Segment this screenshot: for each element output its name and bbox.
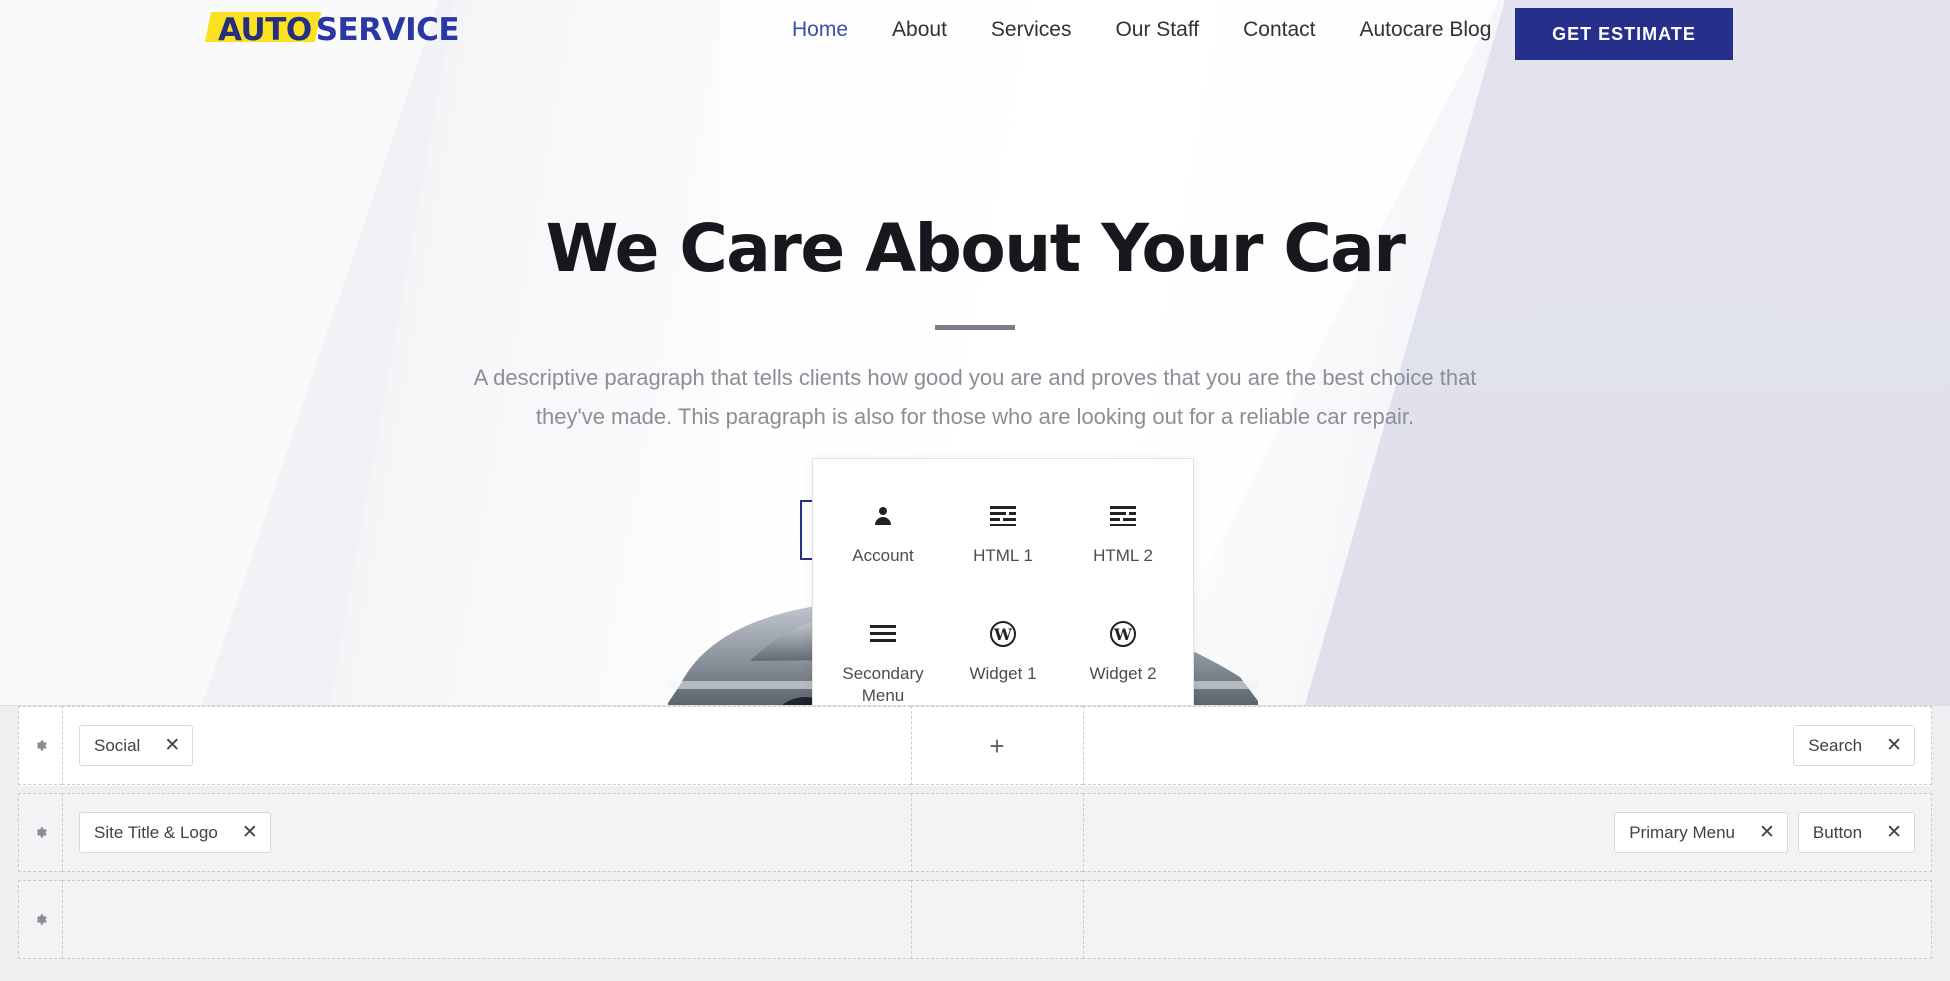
- logo-text-auto: AUTO: [218, 12, 312, 48]
- widget-option-label: Account: [852, 546, 914, 565]
- builder-row-above-header: Social ✕ + Search ✕: [18, 706, 1932, 786]
- primary-navigation: Home About Services Our Staff Contact Au…: [770, 18, 1513, 42]
- builder-chip-social[interactable]: Social ✕: [79, 725, 194, 766]
- chip-remove-icon[interactable]: ✕: [1886, 736, 1902, 755]
- widget-option-label: Widget 2: [1089, 664, 1157, 683]
- text-lines-icon: [1110, 499, 1136, 533]
- chip-remove-icon[interactable]: ✕: [1886, 823, 1902, 842]
- chip-remove-icon[interactable]: ✕: [164, 736, 180, 755]
- widget-option-label: Secondary Menu: [842, 664, 924, 705]
- widget-option-widget-1[interactable]: W Widget 1: [943, 595, 1063, 705]
- site-header: AUTO SERVICE Home About Services Our Sta…: [0, 0, 1950, 70]
- site-preview: AUTO SERVICE Home About Services Our Sta…: [0, 0, 1950, 705]
- nav-item-autocare-blog[interactable]: Autocare Blog: [1337, 18, 1513, 42]
- builder-cell-right[interactable]: Search ✕: [1082, 706, 1932, 785]
- row-settings-gear-icon[interactable]: [18, 706, 62, 785]
- builder-cell-center[interactable]: +: [910, 706, 1083, 785]
- widget-option-widget-2[interactable]: W Widget 2: [1063, 595, 1183, 705]
- row-spacer: [0, 786, 1950, 793]
- builder-cell-left[interactable]: Site Title & Logo ✕: [62, 793, 911, 872]
- widget-option-account[interactable]: Account: [823, 477, 943, 595]
- wordpress-icon: W: [990, 617, 1016, 651]
- builder-row-below-header: [18, 880, 1932, 960]
- chip-label: Site Title & Logo: [94, 822, 218, 842]
- builder-cell-right[interactable]: Primary Menu ✕ Button ✕: [1082, 793, 1932, 872]
- row-settings-gear-icon[interactable]: [18, 793, 62, 872]
- add-item-button[interactable]: +: [989, 733, 1004, 759]
- svg-text:W: W: [993, 625, 1013, 644]
- wordpress-icon: W: [1110, 617, 1136, 651]
- chip-label: Primary Menu: [1629, 822, 1735, 842]
- widget-option-html-1[interactable]: HTML 1: [943, 477, 1063, 595]
- chip-label: Button: [1812, 822, 1863, 842]
- logo-auto-part: AUTO: [204, 11, 321, 49]
- builder-cell-left[interactable]: Social ✕: [62, 706, 911, 785]
- logo-text-service: SERVICE: [315, 12, 460, 48]
- hero-divider: [935, 325, 1015, 330]
- svg-text:W: W: [1113, 625, 1133, 644]
- text-lines-icon: [990, 499, 1016, 533]
- header-builder-panel: Social ✕ + Search ✕ Site Title & Logo ✕ …: [0, 705, 1950, 981]
- chip-remove-icon[interactable]: ✕: [1759, 823, 1775, 842]
- builder-cell-left[interactable]: [62, 880, 911, 959]
- builder-cell-center[interactable]: [910, 880, 1083, 959]
- nav-item-services[interactable]: Services: [969, 18, 1094, 42]
- row-settings-gear-icon[interactable]: [18, 880, 62, 959]
- builder-chip-button[interactable]: Button ✕: [1797, 812, 1915, 853]
- hamburger-menu-icon: [870, 617, 896, 651]
- builder-cell-right[interactable]: [1082, 880, 1932, 959]
- chip-label: Social: [94, 735, 141, 755]
- person-icon: [871, 499, 895, 533]
- widget-option-label: HTML 2: [1093, 546, 1153, 565]
- builder-chip-search[interactable]: Search ✕: [1793, 725, 1915, 766]
- widget-option-label: HTML 1: [973, 546, 1033, 565]
- get-estimate-button[interactable]: GET ESTIMATE: [1515, 8, 1733, 60]
- customizer-screen: AUTO SERVICE Home About Services Our Sta…: [0, 0, 1950, 981]
- nav-item-contact[interactable]: Contact: [1221, 18, 1337, 42]
- builder-chip-site-title-logo[interactable]: Site Title & Logo ✕: [79, 812, 271, 853]
- nav-item-our-staff[interactable]: Our Staff: [1093, 18, 1221, 42]
- builder-cell-center[interactable]: [910, 793, 1083, 872]
- row-spacer: [0, 873, 1950, 880]
- site-logo[interactable]: AUTO SERVICE: [204, 11, 460, 49]
- chip-remove-icon[interactable]: ✕: [242, 823, 258, 842]
- builder-row-primary-header: Site Title & Logo ✕ Primary Menu ✕ Butto…: [18, 793, 1932, 873]
- builder-chip-primary-menu[interactable]: Primary Menu ✕: [1614, 812, 1788, 853]
- nav-item-about[interactable]: About: [870, 18, 969, 42]
- nav-item-home[interactable]: Home: [770, 18, 870, 42]
- hero-paragraph: A descriptive paragraph that tells clien…: [473, 365, 1477, 429]
- hero-title: We Care About Your Car: [545, 210, 1406, 287]
- chip-label: Search: [1808, 735, 1863, 755]
- widget-picker-popup: Account HTML 1 HTML 2 Secondary Menu W W…: [812, 458, 1194, 705]
- widget-option-secondary-menu[interactable]: Secondary Menu: [823, 595, 943, 705]
- widget-option-label: Widget 1: [969, 664, 1037, 683]
- widget-option-html-2[interactable]: HTML 2: [1063, 477, 1183, 595]
